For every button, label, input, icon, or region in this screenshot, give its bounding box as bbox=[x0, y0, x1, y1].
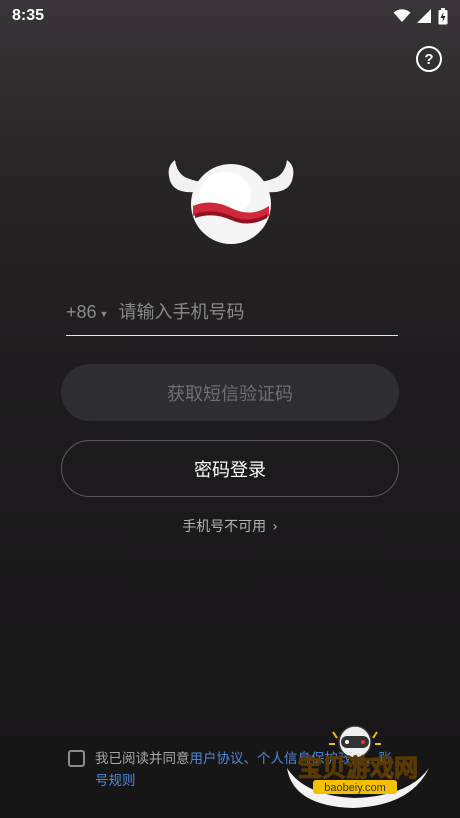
phone-unavailable-label: 手机号不可用 bbox=[182, 519, 267, 535]
agreement-prefix: 我已阅读并同意 bbox=[95, 751, 190, 767]
agreement-checkbox[interactable] bbox=[68, 750, 85, 767]
wifi-icon bbox=[393, 9, 411, 22]
help-icon: ? bbox=[424, 50, 434, 68]
signal-icon bbox=[417, 9, 431, 23]
country-code-selector[interactable]: +86 ▼ bbox=[66, 302, 108, 323]
watermark-logo: 宝贝游戏网 baobeiy.com bbox=[287, 725, 429, 808]
help-button[interactable]: ? bbox=[416, 46, 442, 72]
status-bar: 8:35 bbox=[0, 0, 460, 32]
password-login-button[interactable]: 密码登录 bbox=[61, 440, 399, 497]
status-icons bbox=[393, 7, 448, 25]
watermark-url: baobeiy.com bbox=[324, 782, 386, 794]
phone-input-row: +86 ▼ bbox=[66, 290, 398, 336]
phone-input[interactable] bbox=[118, 302, 398, 323]
mascot-logo bbox=[168, 160, 294, 244]
get-sms-code-button[interactable]: 获取短信验证码 bbox=[61, 364, 399, 421]
country-code: +86 bbox=[66, 302, 97, 322]
watermark-title: 宝贝游戏网 bbox=[298, 754, 418, 782]
clock: 8:35 bbox=[12, 7, 45, 24]
phone-unavailable-link[interactable]: 手机号不可用 › bbox=[0, 516, 460, 536]
user-agreement-link[interactable]: 用户协议、 bbox=[190, 751, 258, 767]
caret-down-icon: ▼ bbox=[99, 308, 109, 319]
chevron-right-icon: › bbox=[272, 519, 278, 535]
battery-icon bbox=[438, 7, 448, 24]
